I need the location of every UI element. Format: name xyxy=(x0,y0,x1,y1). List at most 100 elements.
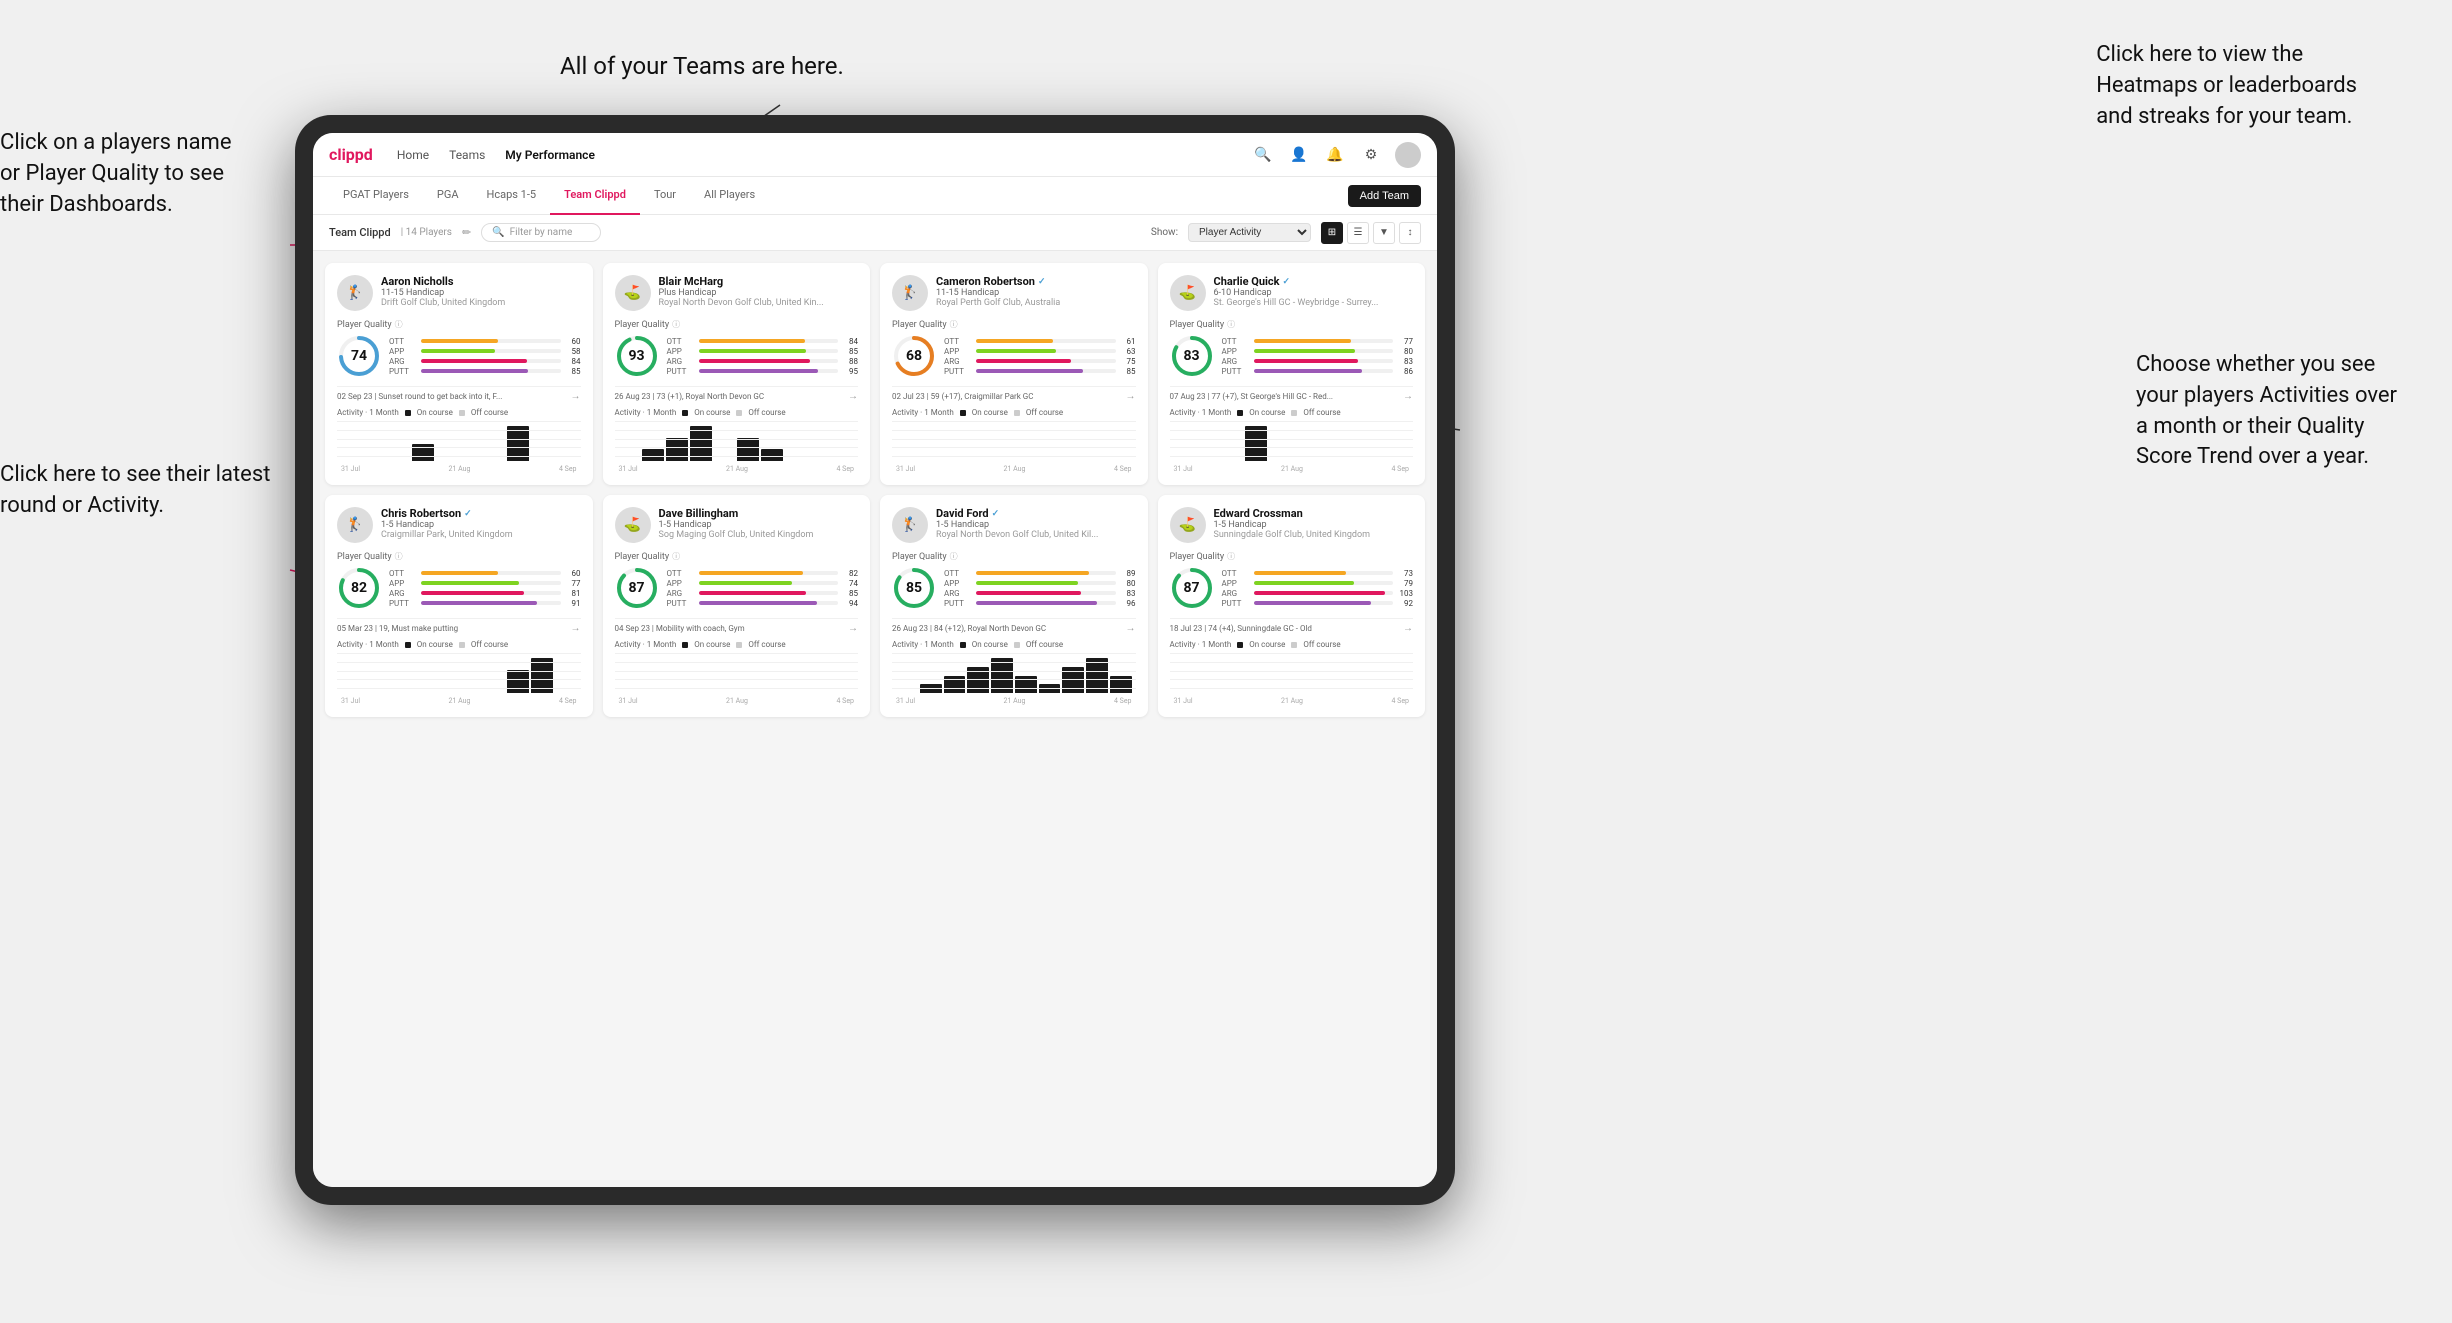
nav-link-teams[interactable]: Teams xyxy=(449,144,485,166)
bell-icon[interactable]: 🔔 xyxy=(1323,143,1347,167)
stat-label-arg: ARG xyxy=(1222,357,1250,366)
stat-bar-arg xyxy=(699,591,839,595)
recent-round[interactable]: 02 Jul 23 | 59 (+17), Craigmillar Park G… xyxy=(892,386,1136,402)
quality-row: 82 OTT 60 APP 77 xyxy=(337,566,581,610)
card-header: ⛳ Blair McHarg Plus Handicap Royal North… xyxy=(615,275,859,311)
stats-table: OTT 60 APP 77 ARG xyxy=(389,569,581,608)
quality-row: 87 OTT 73 APP 79 xyxy=(1170,566,1414,610)
tab-team-clippd[interactable]: Team Clippd xyxy=(550,177,640,215)
nav-link-home[interactable]: Home xyxy=(397,144,429,166)
chart-label-jul: 31 Jul xyxy=(619,465,638,473)
recent-round[interactable]: 07 Aug 23 | 77 (+7), St George's Hill GC… xyxy=(1170,386,1414,402)
stats-table: OTT 73 APP 79 ARG xyxy=(1222,569,1414,608)
player-card: 🏌️ Aaron Nicholls 11-15 Handicap Drift G… xyxy=(325,263,593,485)
filter-icon[interactable]: ▼ xyxy=(1373,222,1395,244)
player-name[interactable]: Charlie Quick ✓ xyxy=(1214,275,1414,288)
recent-round[interactable]: 05 Mar 23 | 19, Must make putting → xyxy=(337,618,581,634)
player-club: Royal North Devon Golf Club, United Kil.… xyxy=(936,530,1136,540)
offcourse-label: Off course xyxy=(471,640,508,649)
stat-row-app: APP 74 xyxy=(667,579,859,588)
stat-value-putt: 85 xyxy=(1120,367,1136,376)
quality-circle[interactable]: 87 xyxy=(1170,566,1214,610)
grid-view-icon[interactable]: ⊞ xyxy=(1321,222,1343,244)
quality-circle[interactable]: 82 xyxy=(337,566,381,610)
recent-round[interactable]: 26 Aug 23 | 84 (+12), Royal North Devon … xyxy=(892,618,1136,634)
round-arrow: → xyxy=(571,391,581,402)
player-avatar: ⛳ xyxy=(615,507,651,543)
stat-row-putt: PUTT 85 xyxy=(944,367,1136,376)
stat-row-app: APP 80 xyxy=(944,579,1136,588)
tab-tour[interactable]: Tour xyxy=(640,177,690,215)
player-name[interactable]: Edward Crossman xyxy=(1214,507,1414,520)
card-header: 🏌️ Chris Robertson ✓ 1-5 Handicap Craigm… xyxy=(337,507,581,543)
avatar[interactable] xyxy=(1395,142,1421,168)
card-header: ⛳ Charlie Quick ✓ 6-10 Handicap St. Geor… xyxy=(1170,275,1414,311)
oncourse-label: On course xyxy=(694,640,730,649)
recent-round[interactable]: 26 Aug 23 | 73 (+1), Royal North Devon G… xyxy=(615,386,859,402)
quality-circle[interactable]: 74 xyxy=(337,334,381,378)
annotation-heatmaps: Click here to view theHeatmaps or leader… xyxy=(2096,40,2357,132)
recent-round[interactable]: 02 Sep 23 | Sunset round to get back int… xyxy=(337,386,581,402)
add-team-button[interactable]: Add Team xyxy=(1348,185,1421,207)
player-info: Aaron Nicholls 11-15 Handicap Drift Golf… xyxy=(381,275,581,308)
quality-section: Player Quality ⓘ 87 OTT 73 xyxy=(1170,551,1414,610)
oncourse-legend xyxy=(1237,410,1243,416)
stat-label-putt: PUTT xyxy=(1222,367,1250,376)
player-name[interactable]: Aaron Nicholls xyxy=(381,275,581,288)
stat-bar-putt xyxy=(1254,601,1394,605)
stat-row-arg: ARG 81 xyxy=(389,589,581,598)
recent-round[interactable]: 04 Sep 23 | Mobility with coach, Gym → xyxy=(615,618,859,634)
chart-label-sep: 4 Sep xyxy=(1392,697,1409,705)
stat-bar-putt xyxy=(699,369,839,373)
activity-section: Activity · 1 Month On course Off course xyxy=(892,640,1136,705)
quality-circle[interactable]: 85 xyxy=(892,566,936,610)
player-name[interactable]: David Ford ✓ xyxy=(936,507,1136,520)
stats-table: OTT 60 APP 58 ARG xyxy=(389,337,581,376)
activity-section: Activity · 1 Month On course Off course xyxy=(615,408,859,473)
list-view-icon[interactable]: ☰ xyxy=(1347,222,1369,244)
quality-label: Player Quality ⓘ xyxy=(615,551,859,562)
stat-bar-arg xyxy=(976,359,1116,363)
player-name[interactable]: Blair McHarg xyxy=(659,275,859,288)
quality-circle[interactable]: 93 xyxy=(615,334,659,378)
recent-round[interactable]: 18 Jul 23 | 74 (+4), Sunningdale GC - Ol… xyxy=(1170,618,1414,634)
tab-hcaps[interactable]: Hcaps 1-5 xyxy=(473,177,551,215)
quality-circle[interactable]: 68 xyxy=(892,334,936,378)
show-select[interactable]: Player Activity Quality Score Trend xyxy=(1188,223,1311,242)
player-club: Sog Maging Golf Club, United Kingdom xyxy=(659,530,859,540)
stat-label-putt: PUTT xyxy=(1222,599,1250,608)
tab-all-players[interactable]: All Players xyxy=(690,177,769,215)
stat-label-arg: ARG xyxy=(389,589,417,598)
player-grid: 🏌️ Aaron Nicholls 11-15 Handicap Drift G… xyxy=(325,263,1425,717)
verified-icon: ✓ xyxy=(464,509,472,519)
tab-pgat[interactable]: PGAT Players xyxy=(329,177,423,215)
search-box[interactable]: 🔍 Filter by name xyxy=(481,223,601,242)
tab-pga[interactable]: PGA xyxy=(423,177,473,215)
chart-label-sep: 4 Sep xyxy=(559,465,576,473)
settings-icon[interactable]: ⚙ xyxy=(1359,143,1383,167)
player-handicap: 6-10 Handicap xyxy=(1214,288,1414,298)
nav-link-performance[interactable]: My Performance xyxy=(505,144,595,166)
stat-row-app: APP 58 xyxy=(389,347,581,356)
player-name[interactable]: Cameron Robertson ✓ xyxy=(936,275,1136,288)
team-count: | 14 Players xyxy=(401,227,452,238)
chart-lines xyxy=(1170,421,1414,457)
user-icon[interactable]: 👤 xyxy=(1287,143,1311,167)
quality-row: 83 OTT 77 APP 80 xyxy=(1170,334,1414,378)
player-info: Cameron Robertson ✓ 11-15 Handicap Royal… xyxy=(936,275,1136,308)
stat-bar-ott xyxy=(1254,571,1394,575)
stat-value-ott: 84 xyxy=(842,337,858,346)
show-label: Show: xyxy=(1151,227,1178,238)
chart-label-sep: 4 Sep xyxy=(1392,465,1409,473)
quality-circle[interactable]: 83 xyxy=(1170,334,1214,378)
search-icon[interactable]: 🔍 xyxy=(1251,143,1275,167)
round-text: 07 Aug 23 | 77 (+7), St George's Hill GC… xyxy=(1170,392,1334,401)
player-name[interactable]: Dave Billingham xyxy=(659,507,859,520)
player-name[interactable]: Chris Robertson ✓ xyxy=(381,507,581,520)
round-text: 02 Sep 23 | Sunset round to get back int… xyxy=(337,392,502,401)
activity-section: Activity · 1 Month On course Off course xyxy=(615,640,859,705)
sort-icon[interactable]: ↕ xyxy=(1399,222,1421,244)
player-avatar: 🏌 xyxy=(892,507,928,543)
quality-circle[interactable]: 87 xyxy=(615,566,659,610)
edit-icon[interactable]: ✏ xyxy=(462,226,471,239)
